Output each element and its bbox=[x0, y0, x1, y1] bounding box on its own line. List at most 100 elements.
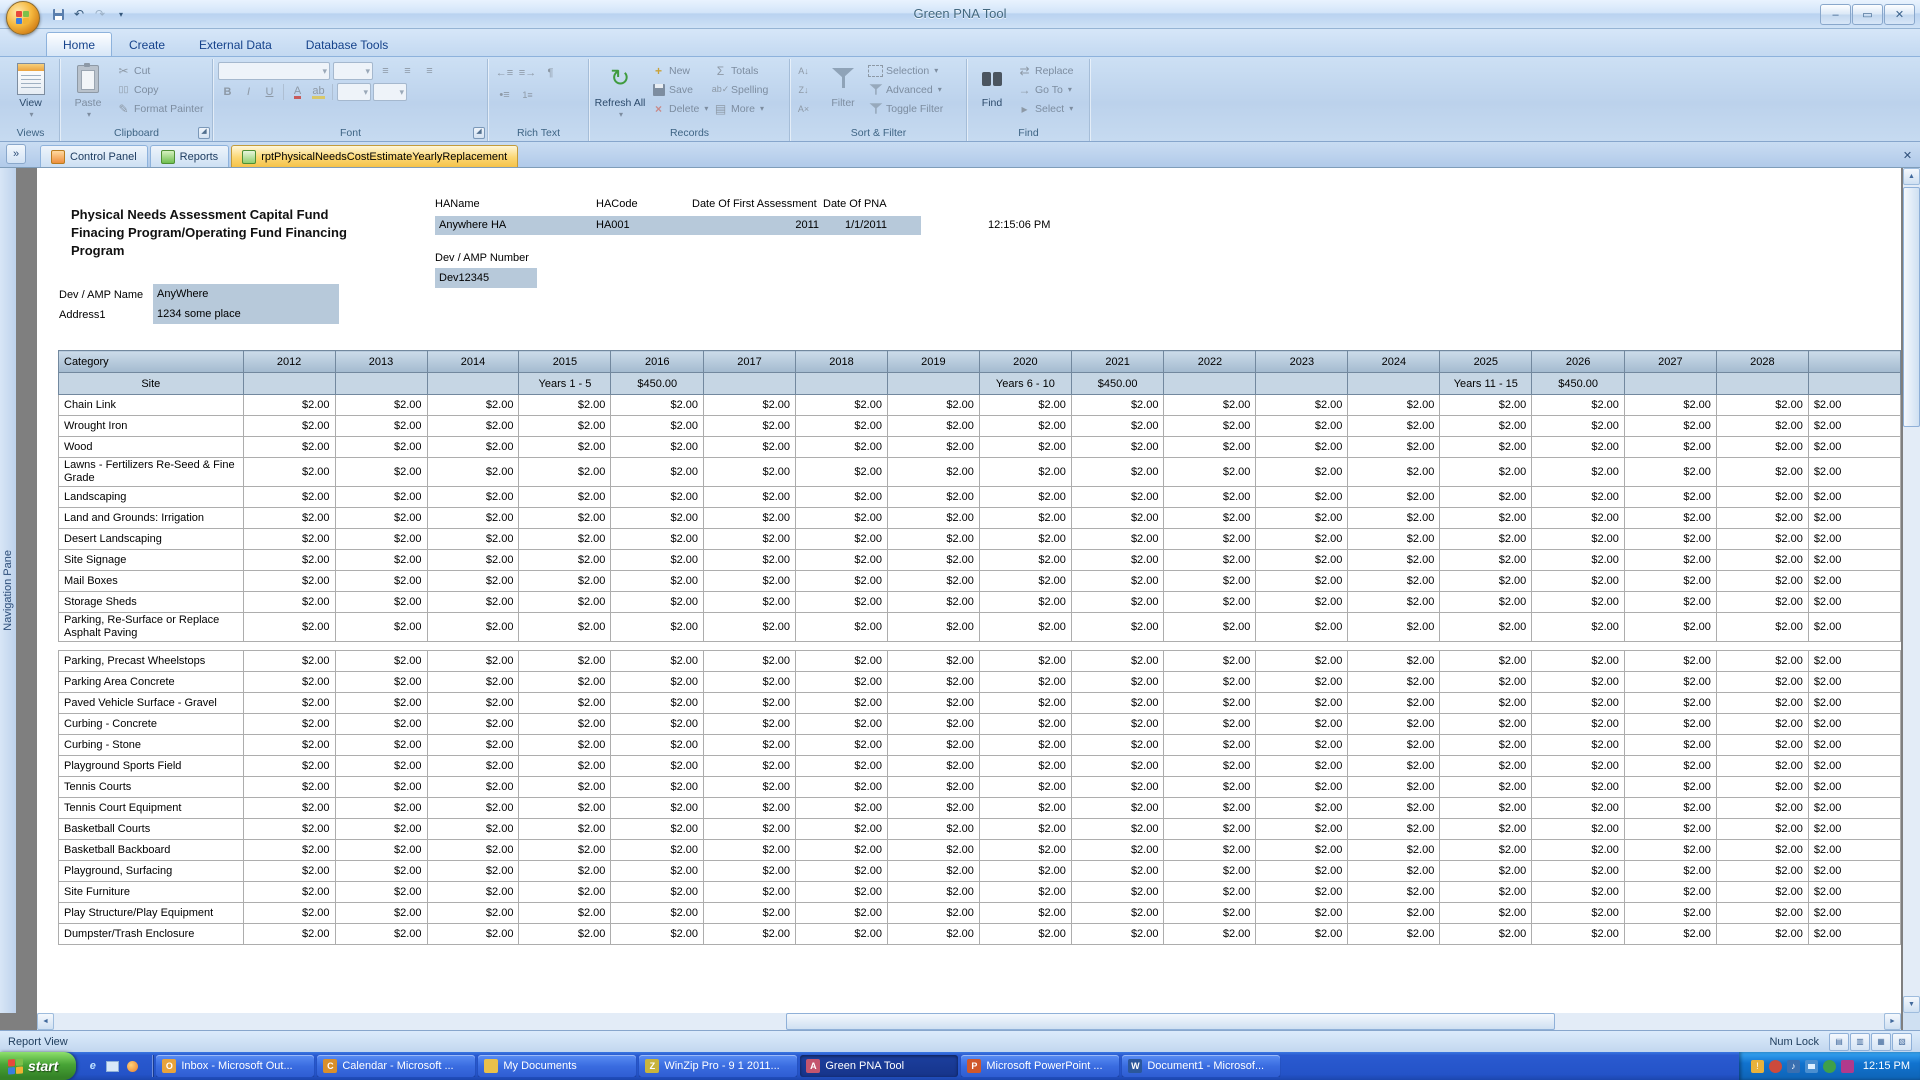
more-button[interactable]: ▤More▾ bbox=[710, 100, 780, 117]
office-button[interactable] bbox=[6, 1, 40, 35]
spelling-button[interactable]: ab✓Spelling bbox=[710, 81, 780, 98]
italic-button[interactable]: I bbox=[239, 83, 258, 101]
report-view-button[interactable]: ▤ bbox=[1829, 1033, 1849, 1051]
scroll-up-button[interactable]: ▲ bbox=[1903, 168, 1920, 185]
taskbar-button-green-pna-tool[interactable]: AGreen PNA Tool bbox=[800, 1055, 958, 1077]
tray-antivirus-icon[interactable] bbox=[1769, 1060, 1782, 1073]
horizontal-scrollbar[interactable]: ◄ ► bbox=[37, 1013, 1901, 1030]
scroll-right-button[interactable]: ► bbox=[1884, 1013, 1901, 1030]
totals-button[interactable]: ΣTotals bbox=[710, 62, 780, 79]
filter-button[interactable]: Filter bbox=[821, 60, 865, 111]
text-direction-button[interactable]: ¶ bbox=[541, 64, 560, 82]
clipboard-dialog-launcher[interactable]: ◢ bbox=[198, 127, 210, 139]
save-record-button[interactable]: Save bbox=[648, 81, 710, 98]
ribbon-tab-create[interactable]: Create bbox=[112, 32, 182, 56]
bold-button[interactable]: B bbox=[218, 83, 237, 101]
align-right-button[interactable]: ≡ bbox=[420, 62, 439, 80]
taskbar-button-my-documents[interactable]: My Documents bbox=[478, 1055, 636, 1077]
gridlines-dropdown[interactable]: ▾ bbox=[337, 83, 371, 101]
value-cell: $2.00 bbox=[979, 651, 1071, 672]
tray-network-icon[interactable] bbox=[1805, 1060, 1818, 1073]
font-dialog-launcher[interactable]: ◢ bbox=[473, 127, 485, 139]
media-player-icon[interactable] bbox=[124, 1058, 141, 1075]
tray-update-icon[interactable]: ! bbox=[1751, 1060, 1764, 1073]
ribbon-tab-external-data[interactable]: External Data bbox=[182, 32, 289, 56]
tray-shield-icon[interactable] bbox=[1841, 1060, 1854, 1073]
start-button[interactable]: start bbox=[0, 1052, 76, 1080]
numbering-button[interactable]: 1≡ bbox=[518, 86, 537, 104]
value-cell: $2.00 bbox=[243, 437, 335, 458]
ribbon-tab-home[interactable]: Home bbox=[46, 32, 112, 56]
refresh-all-button[interactable]: ↻ Refresh All▾ bbox=[592, 60, 648, 122]
dev-amp-name-field[interactable]: AnyWhere bbox=[153, 284, 339, 304]
font-name-combobox[interactable]: ▾ bbox=[218, 62, 330, 80]
paste-button[interactable]: Paste▾ bbox=[63, 60, 113, 122]
qat-customize-button[interactable]: ▾ bbox=[111, 4, 131, 24]
scroll-down-button[interactable]: ▼ bbox=[1903, 996, 1920, 1013]
horizontal-scroll-thumb[interactable] bbox=[786, 1013, 1555, 1030]
table-row: Basketball Backboard$2.00$2.00$2.00$2.00… bbox=[59, 840, 1901, 861]
taskbar-clock[interactable]: 12:15 PM bbox=[1863, 1060, 1910, 1072]
document-tab-rptphysicalneedscostestimateyearlyreplacement[interactable]: rptPhysicalNeedsCostEstimateYearlyReplac… bbox=[231, 145, 518, 167]
layout-view-button[interactable]: ▦ bbox=[1871, 1033, 1891, 1051]
format-painter-button[interactable]: ✎Format Painter bbox=[113, 100, 206, 117]
close-button[interactable]: ✕ bbox=[1884, 4, 1915, 25]
align-center-button[interactable]: ≡ bbox=[398, 62, 417, 80]
decrease-indent-button[interactable]: ←≡ bbox=[495, 64, 514, 82]
quick-save-button[interactable] bbox=[48, 4, 68, 24]
replace-button[interactable]: ⇄Replace bbox=[1014, 62, 1086, 79]
dev-amp-number-field[interactable]: Dev12345 bbox=[435, 268, 537, 288]
vertical-scroll-thumb[interactable] bbox=[1903, 187, 1920, 427]
font-size-combobox[interactable]: ▾ bbox=[333, 62, 373, 80]
tray-messenger-icon[interactable] bbox=[1823, 1060, 1836, 1073]
scroll-left-button[interactable]: ◄ bbox=[37, 1013, 54, 1030]
alternate-fill-dropdown[interactable]: ▾ bbox=[373, 83, 407, 101]
font-color-button[interactable]: A bbox=[288, 83, 307, 101]
toggle-filter-button[interactable]: Toggle Filter bbox=[865, 100, 957, 117]
ribbon-tab-database-tools[interactable]: Database Tools bbox=[289, 32, 406, 56]
fill-color-button[interactable]: ab bbox=[309, 83, 328, 101]
align-left-button[interactable]: ≡ bbox=[376, 62, 395, 80]
taskbar-button-document1-microsof[interactable]: WDocument1 - Microsof... bbox=[1122, 1055, 1280, 1077]
print-preview-button[interactable]: ▥ bbox=[1850, 1033, 1870, 1051]
address1-field[interactable]: 1234 some place bbox=[153, 304, 339, 324]
view-button[interactable]: View▾ bbox=[15, 60, 47, 122]
navigation-pane-expand-button[interactable]: » bbox=[6, 144, 26, 164]
vertical-scrollbar[interactable]: ▲ ▼ bbox=[1903, 168, 1920, 1013]
show-desktop-icon[interactable] bbox=[104, 1058, 121, 1075]
value-cell: $2.00 bbox=[611, 437, 704, 458]
internet-explorer-icon[interactable]: e bbox=[84, 1058, 101, 1075]
vertical-scroll-track[interactable] bbox=[1903, 185, 1920, 996]
select-button[interactable]: ▸Select▾ bbox=[1014, 100, 1086, 117]
increase-indent-button[interactable]: ≡→ bbox=[518, 64, 537, 82]
selection-button[interactable]: Selection▾ bbox=[865, 62, 957, 79]
taskbar-button-inbox-microsoft-out[interactable]: OInbox - Microsoft Out... bbox=[156, 1055, 314, 1077]
close-document-button[interactable]: ✕ bbox=[1899, 147, 1916, 164]
copy-button[interactable]: ▯▯Copy bbox=[113, 81, 206, 98]
taskbar-button-calendar-microsoft[interactable]: CCalendar - Microsoft ... bbox=[317, 1055, 475, 1077]
design-view-button[interactable]: ▧ bbox=[1892, 1033, 1912, 1051]
maximize-button[interactable]: ▭ bbox=[1852, 4, 1883, 25]
sort-ascending-button[interactable]: A↓ bbox=[793, 62, 821, 79]
bullets-button[interactable]: •≡ bbox=[495, 86, 514, 104]
new-record-button[interactable]: +New bbox=[648, 62, 710, 79]
goto-button[interactable]: →Go To▾ bbox=[1014, 81, 1086, 98]
document-tab-control-panel[interactable]: Control Panel bbox=[40, 145, 148, 167]
taskbar-button-microsoft-powerpoint[interactable]: PMicrosoft PowerPoint ... bbox=[961, 1055, 1119, 1077]
taskbar-button-winzip-pro-9-1-2011[interactable]: ZWinZip Pro - 9 1 2011... bbox=[639, 1055, 797, 1077]
underline-button[interactable]: U bbox=[260, 83, 279, 101]
document-tab-reports[interactable]: Reports bbox=[150, 145, 230, 167]
find-button[interactable]: Find bbox=[970, 60, 1014, 111]
cut-button[interactable]: ✂Cut bbox=[113, 62, 206, 79]
minimize-button[interactable]: – bbox=[1820, 4, 1851, 25]
tray-volume-icon[interactable]: ♪ bbox=[1787, 1060, 1800, 1073]
sort-descending-button[interactable]: Z↓ bbox=[793, 81, 821, 98]
clear-sort-button[interactable]: A× bbox=[793, 100, 821, 117]
advanced-filter-button[interactable]: Advanced▾ bbox=[865, 81, 957, 98]
navigation-pane-collapsed[interactable]: Navigation Pane bbox=[0, 168, 17, 1013]
undo-button[interactable]: ↶ bbox=[69, 4, 89, 24]
redo-button[interactable]: ↷ bbox=[90, 4, 110, 24]
header-record-strip[interactable]: Anywhere HA HA001 2011 1/1/2011 bbox=[435, 216, 921, 235]
delete-record-button[interactable]: ×Delete▾ bbox=[648, 100, 710, 117]
horizontal-scroll-track[interactable] bbox=[54, 1013, 1884, 1030]
